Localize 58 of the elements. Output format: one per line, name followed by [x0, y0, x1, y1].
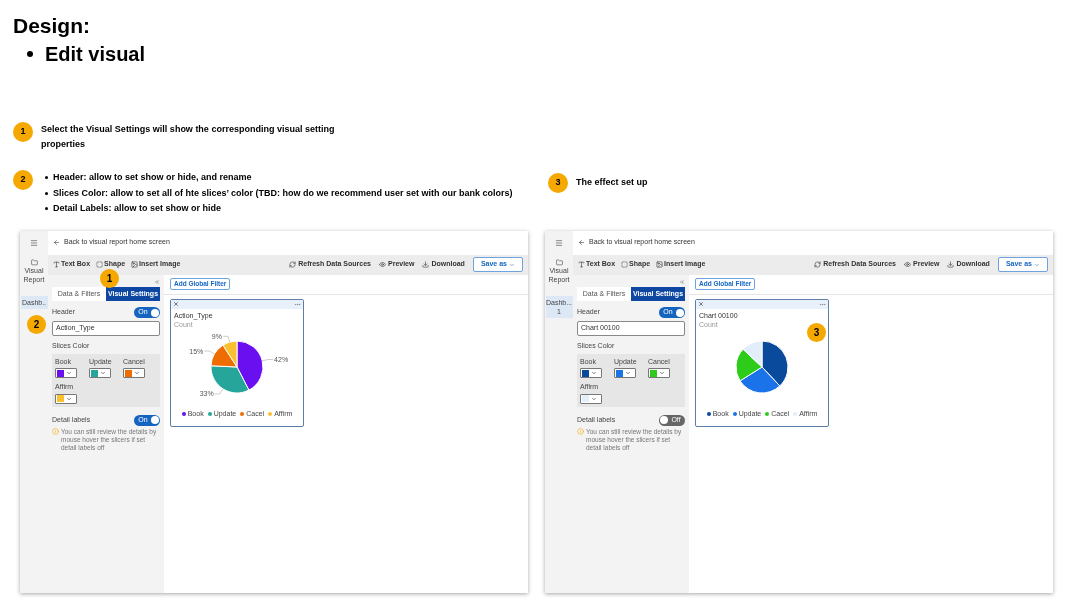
text-box-icon [578, 261, 585, 268]
close-icon[interactable] [173, 301, 179, 307]
page-title: Design: [13, 13, 91, 39]
download-icon [947, 261, 955, 268]
shape-icon [96, 261, 104, 268]
refresh-icon [289, 261, 297, 268]
step-badge: 1 [13, 122, 33, 142]
leader-line [222, 336, 230, 343]
download-icon [422, 261, 430, 268]
leader-line [262, 359, 274, 362]
color-picker[interactable] [123, 368, 145, 378]
bullet-text: Edit visual [45, 42, 146, 67]
color-picker[interactable] [89, 368, 111, 378]
image-icon [131, 261, 139, 268]
text-box-icon [53, 261, 60, 268]
caret-icon [134, 370, 140, 376]
caret-icon [66, 370, 72, 376]
bullet-icon [45, 176, 48, 180]
folder-icon [30, 258, 38, 266]
eye-icon [379, 261, 386, 268]
info-icon [577, 427, 584, 435]
color-picker[interactable] [55, 368, 77, 378]
note-bullet-text: Detail Labels: allow to set show or hide [53, 202, 222, 215]
color-picker[interactable] [580, 393, 602, 404]
folder-icon [555, 258, 563, 266]
bullet-icon [45, 207, 48, 211]
leader-line [204, 350, 215, 355]
menu-icon[interactable] [555, 238, 563, 247]
caret-icon [625, 370, 631, 376]
caret-icon [1034, 261, 1040, 268]
step-badge: 3 [548, 173, 568, 193]
menu-icon[interactable] [30, 238, 38, 247]
step-badge: 2 [13, 170, 33, 190]
color-picker[interactable] [614, 368, 636, 378]
caret-icon [66, 395, 72, 402]
bullet-icon [27, 51, 33, 57]
note-bullet-text: Header: allow to set show or hide, and rename [53, 171, 252, 184]
note-text: The effect set up [576, 176, 648, 190]
info-icon [52, 427, 59, 435]
image-icon [656, 261, 664, 268]
shape-icon [621, 261, 629, 268]
back-arrow-icon[interactable] [53, 239, 60, 246]
bullet-icon [45, 191, 48, 195]
color-picker[interactable] [648, 368, 670, 378]
close-icon[interactable] [698, 301, 704, 307]
eye-icon [904, 261, 911, 268]
color-picker[interactable] [55, 393, 77, 404]
caret-icon [591, 395, 597, 402]
caret-icon [659, 370, 665, 376]
back-arrow-icon[interactable] [578, 239, 585, 246]
note-text: Select the Visual Settings will show the corresponding visual setting properties [41, 123, 336, 151]
caret-icon [591, 370, 597, 376]
caret-icon [509, 261, 515, 268]
refresh-icon [814, 261, 822, 268]
color-picker[interactable] [580, 368, 602, 378]
leader-line [214, 388, 224, 395]
note-bullet-text: Slices Color: allow to set all of hte slices’ color (TBD: how do we recommend user set with our bank colors) [53, 186, 513, 200]
caret-icon [100, 370, 106, 376]
